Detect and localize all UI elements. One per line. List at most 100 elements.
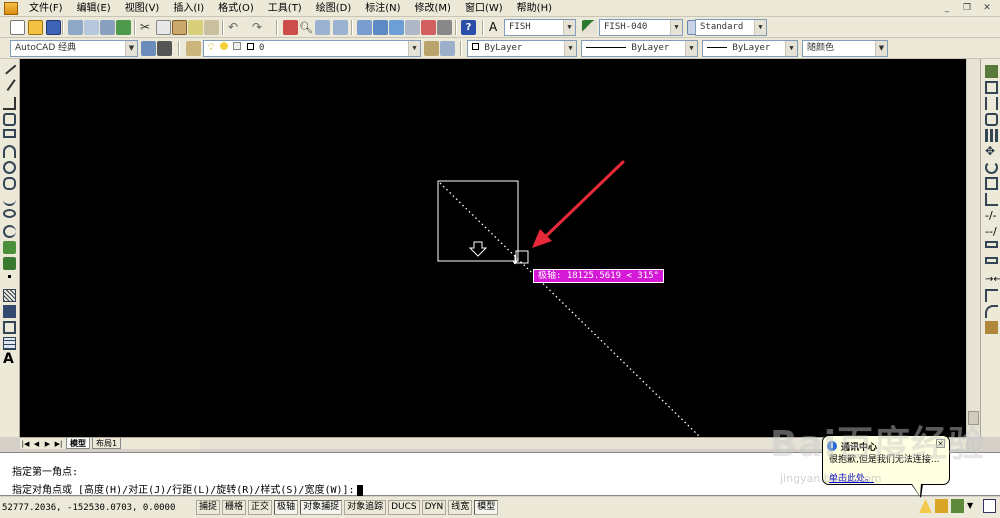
lineweight-toggle[interactable]: 线宽 — [448, 500, 473, 515]
join-icon[interactable]: →← — [985, 273, 1000, 286]
scroll-thumb[interactable] — [968, 411, 979, 425]
open-file-icon[interactable] — [28, 20, 43, 35]
dim-style-select[interactable]: FISH-040 ▼ — [599, 19, 683, 36]
break-icon[interactable] — [985, 257, 998, 264]
drawing-canvas[interactable]: 极轴: 18125.5619 < 315° — [20, 59, 966, 437]
ellipse-icon[interactable] — [3, 209, 16, 218]
scale-icon[interactable] — [985, 177, 998, 190]
make-block-icon[interactable] — [3, 257, 16, 270]
publish-icon[interactable] — [100, 20, 115, 35]
multiline-text-icon[interactable]: A — [3, 352, 16, 366]
table-style-select[interactable]: Standard ▼ — [695, 19, 767, 36]
move-icon[interactable]: ✥ — [985, 145, 998, 158]
pan-realtime-icon[interactable] — [283, 20, 298, 35]
zoom-window-icon[interactable] — [315, 20, 330, 35]
tab-layout1[interactable]: 布局1 — [92, 438, 122, 449]
explode-icon[interactable] — [985, 321, 998, 334]
help-icon[interactable]: ? — [461, 20, 476, 35]
menu-help[interactable]: 帮助(H) — [510, 0, 559, 17]
restore-icon[interactable]: ❐ — [960, 2, 974, 14]
match-properties-icon[interactable] — [188, 20, 203, 35]
plot-icon[interactable] — [68, 20, 83, 35]
next-tab-icon[interactable]: ▶ — [42, 439, 53, 449]
layer-select[interactable]: 💡︎ 0 ▼ — [203, 40, 421, 57]
lock-icon[interactable] — [935, 499, 948, 513]
chamfer-icon[interactable] — [985, 289, 998, 302]
menu-file[interactable]: 文件(F) — [22, 0, 70, 17]
menu-insert[interactable]: 插入(I) — [166, 0, 211, 17]
hatch-icon[interactable] — [3, 289, 16, 302]
rectangle-icon[interactable] — [3, 129, 16, 138]
menu-view[interactable]: 视图(V) — [118, 0, 167, 17]
menu-dimension[interactable]: 标注(N) — [358, 0, 407, 17]
cut-icon[interactable]: ✂ — [140, 20, 155, 35]
chevron-down-icon[interactable]: ▼ — [967, 499, 980, 513]
plot-preview-icon[interactable] — [84, 20, 99, 35]
extend-icon[interactable]: --/ — [985, 225, 998, 238]
ducs-toggle[interactable]: DUCS — [388, 500, 420, 515]
offset-icon[interactable] — [985, 113, 998, 126]
osnap-toggle[interactable]: 对象捕捉 — [300, 500, 343, 515]
sheet-set-icon[interactable] — [405, 20, 420, 35]
minimize-icon[interactable]: _ — [940, 2, 954, 14]
snap-toggle[interactable]: 捕捉 — [196, 500, 221, 515]
save-icon[interactable] — [46, 20, 61, 35]
mirror-icon[interactable] — [985, 97, 998, 110]
lineweight-select[interactable]: ByLayer ▼ — [702, 40, 798, 57]
otrack-toggle[interactable]: 对象追踪 — [344, 500, 387, 515]
command-prompt[interactable]: 指定对角点或 [高度(H)/对正(J)/行距(L)/旋转(R)/样式(S)/宽度… — [12, 481, 363, 496]
save-workspace-icon[interactable] — [157, 41, 172, 56]
array-icon[interactable] — [985, 129, 998, 142]
arc-icon[interactable] — [3, 145, 16, 158]
model-toggle[interactable]: 模型 — [474, 500, 499, 515]
balloon-link[interactable]: 单击此处。 — [829, 471, 874, 484]
color-select[interactable]: ByLayer ▼ — [467, 40, 577, 57]
menu-modify[interactable]: 修改(M) — [408, 0, 458, 17]
copy-icon[interactable] — [156, 20, 171, 35]
break-at-point-icon[interactable] — [985, 241, 998, 248]
fillet-icon[interactable] — [985, 305, 998, 318]
tool-palettes-icon[interactable] — [389, 20, 404, 35]
ortho-toggle[interactable]: 正交 — [248, 500, 273, 515]
close-icon[interactable]: × — [936, 439, 945, 448]
polar-toggle[interactable]: 极轴 — [274, 500, 299, 515]
first-tab-icon[interactable]: |◀ — [20, 439, 31, 449]
make-object-layer-current-icon[interactable] — [424, 41, 439, 56]
text-style-select[interactable]: FISH ▼ — [504, 19, 576, 36]
warning-icon[interactable] — [919, 499, 932, 513]
spline-icon[interactable] — [3, 193, 16, 206]
new-file-icon[interactable] — [10, 20, 25, 35]
calculator-icon[interactable] — [437, 20, 452, 35]
stretch-icon[interactable] — [985, 193, 998, 206]
gradient-icon[interactable] — [3, 305, 16, 318]
menu-draw[interactable]: 绘图(D) — [309, 0, 359, 17]
tab-model[interactable]: 模型 — [66, 438, 90, 449]
zoom-previous-icon[interactable] — [333, 20, 348, 35]
line-icon[interactable] — [2, 61, 17, 75]
point-icon[interactable] — [8, 275, 11, 278]
design-center-icon[interactable] — [373, 20, 388, 35]
polyline-icon[interactable] — [3, 97, 16, 110]
vertical-scrollbar[interactable] — [966, 59, 980, 437]
grid-toggle[interactable]: 栅格 — [222, 500, 247, 515]
plotstyle-select[interactable]: 随颜色 ▼ — [802, 40, 888, 57]
erase-icon[interactable] — [985, 65, 998, 78]
polygon-icon[interactable] — [3, 113, 16, 126]
3d-dwf-icon[interactable] — [116, 20, 131, 35]
layer-manager-icon[interactable] — [186, 41, 201, 56]
undo-icon[interactable]: ↶ — [228, 20, 243, 35]
menu-tools[interactable]: 工具(T) — [261, 0, 309, 17]
paste-icon[interactable] — [172, 20, 187, 35]
workspace-select[interactable]: AutoCAD 经典 ▼ — [10, 40, 138, 57]
menu-format[interactable]: 格式(O) — [211, 0, 261, 17]
zoom-realtime-icon[interactable]: 🔍︎ — [299, 20, 314, 35]
layer-previous-icon[interactable] — [440, 41, 455, 56]
rotate-icon[interactable] — [985, 161, 998, 174]
construction-line-icon[interactable] — [3, 76, 16, 92]
copy-object-icon[interactable] — [985, 81, 998, 94]
linetype-select[interactable]: ByLayer ▼ — [581, 40, 698, 57]
menu-edit[interactable]: 编辑(E) — [70, 0, 118, 17]
clean-screen-icon[interactable] — [983, 499, 996, 513]
communication-center-icon[interactable] — [951, 499, 964, 513]
last-tab-icon[interactable]: ▶| — [53, 439, 64, 449]
